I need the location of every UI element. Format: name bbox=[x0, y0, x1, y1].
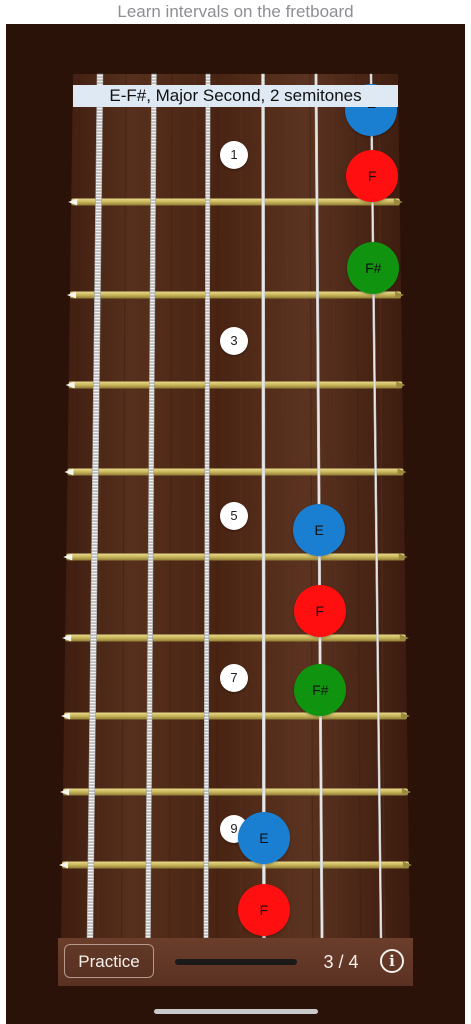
note-f-sharp[interactable]: F# bbox=[347, 242, 400, 294]
fret-wire bbox=[66, 553, 405, 561]
bottom-toolbar: Practice 3 / 4 i bbox=[58, 938, 413, 986]
fret-number-marker: 1 bbox=[220, 141, 248, 169]
interval-title: E-F#, Major Second, 2 semitones bbox=[73, 85, 398, 107]
fret-number-marker: 3 bbox=[220, 327, 248, 355]
guitar-string bbox=[261, 73, 266, 939]
info-icon[interactable]: i bbox=[380, 949, 404, 973]
fret-wire bbox=[65, 634, 406, 642]
note-e[interactable]: E bbox=[237, 812, 290, 864]
fret-wire bbox=[64, 712, 407, 720]
fret-wire bbox=[71, 198, 400, 206]
note-f-sharp[interactable]: F# bbox=[294, 664, 347, 716]
note-f[interactable]: F bbox=[346, 150, 399, 202]
fret-wire bbox=[62, 861, 409, 869]
progress-track bbox=[175, 959, 297, 965]
fret-number-marker: 5 bbox=[220, 502, 248, 530]
note-f[interactable]: F bbox=[293, 585, 346, 637]
fret-wire bbox=[63, 788, 408, 796]
fret-number-marker: 7 bbox=[220, 664, 248, 692]
fret-wire bbox=[68, 381, 403, 389]
fret-wire bbox=[69, 291, 402, 299]
home-indicator[interactable] bbox=[154, 1009, 318, 1014]
practice-button[interactable]: Practice bbox=[64, 944, 154, 978]
note-f[interactable]: F bbox=[237, 884, 290, 936]
note-e[interactable]: E bbox=[293, 504, 346, 556]
question-counter: 3 / 4 bbox=[323, 952, 359, 972]
fret-wire bbox=[67, 468, 404, 476]
